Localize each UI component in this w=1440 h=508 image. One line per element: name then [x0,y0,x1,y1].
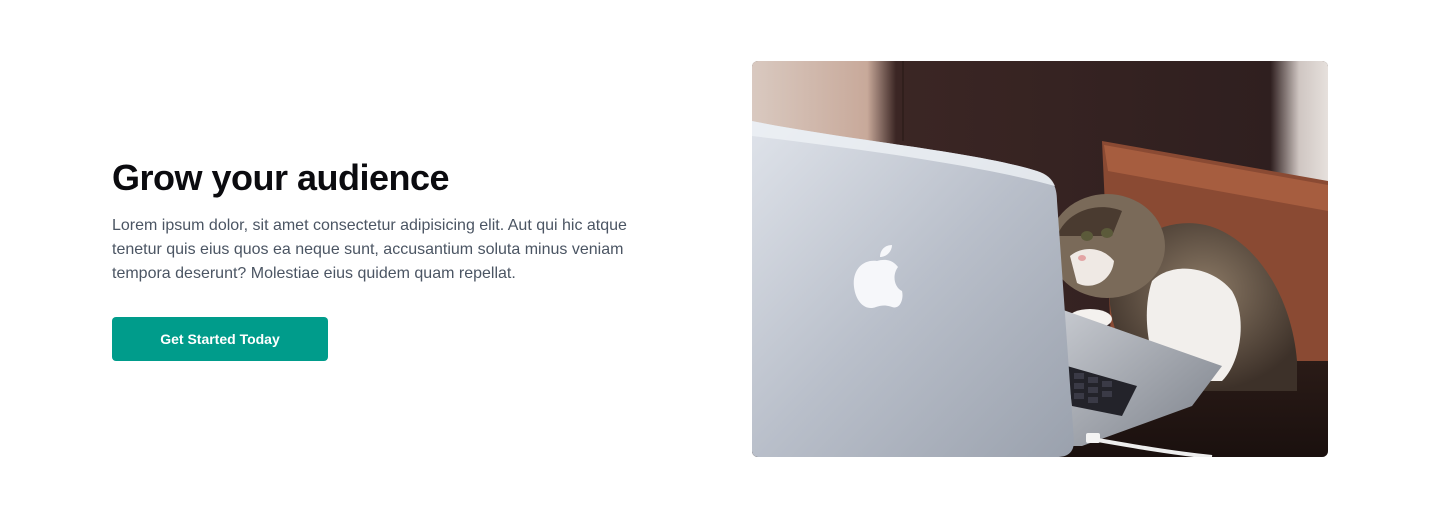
hero-section: Grow your audience Lorem ipsum dolor, si… [0,0,1440,508]
hero-image [752,61,1328,457]
hero-title: Grow your audience [112,157,450,198]
get-started-button[interactable]: Get Started Today [112,317,328,361]
hero-description: Lorem ipsum dolor, sit amet consectetur … [112,217,627,282]
hero-copy: Grow your audience Lorem ipsum dolor, si… [112,156,672,286]
cat-laptop-illustration [752,61,1328,457]
